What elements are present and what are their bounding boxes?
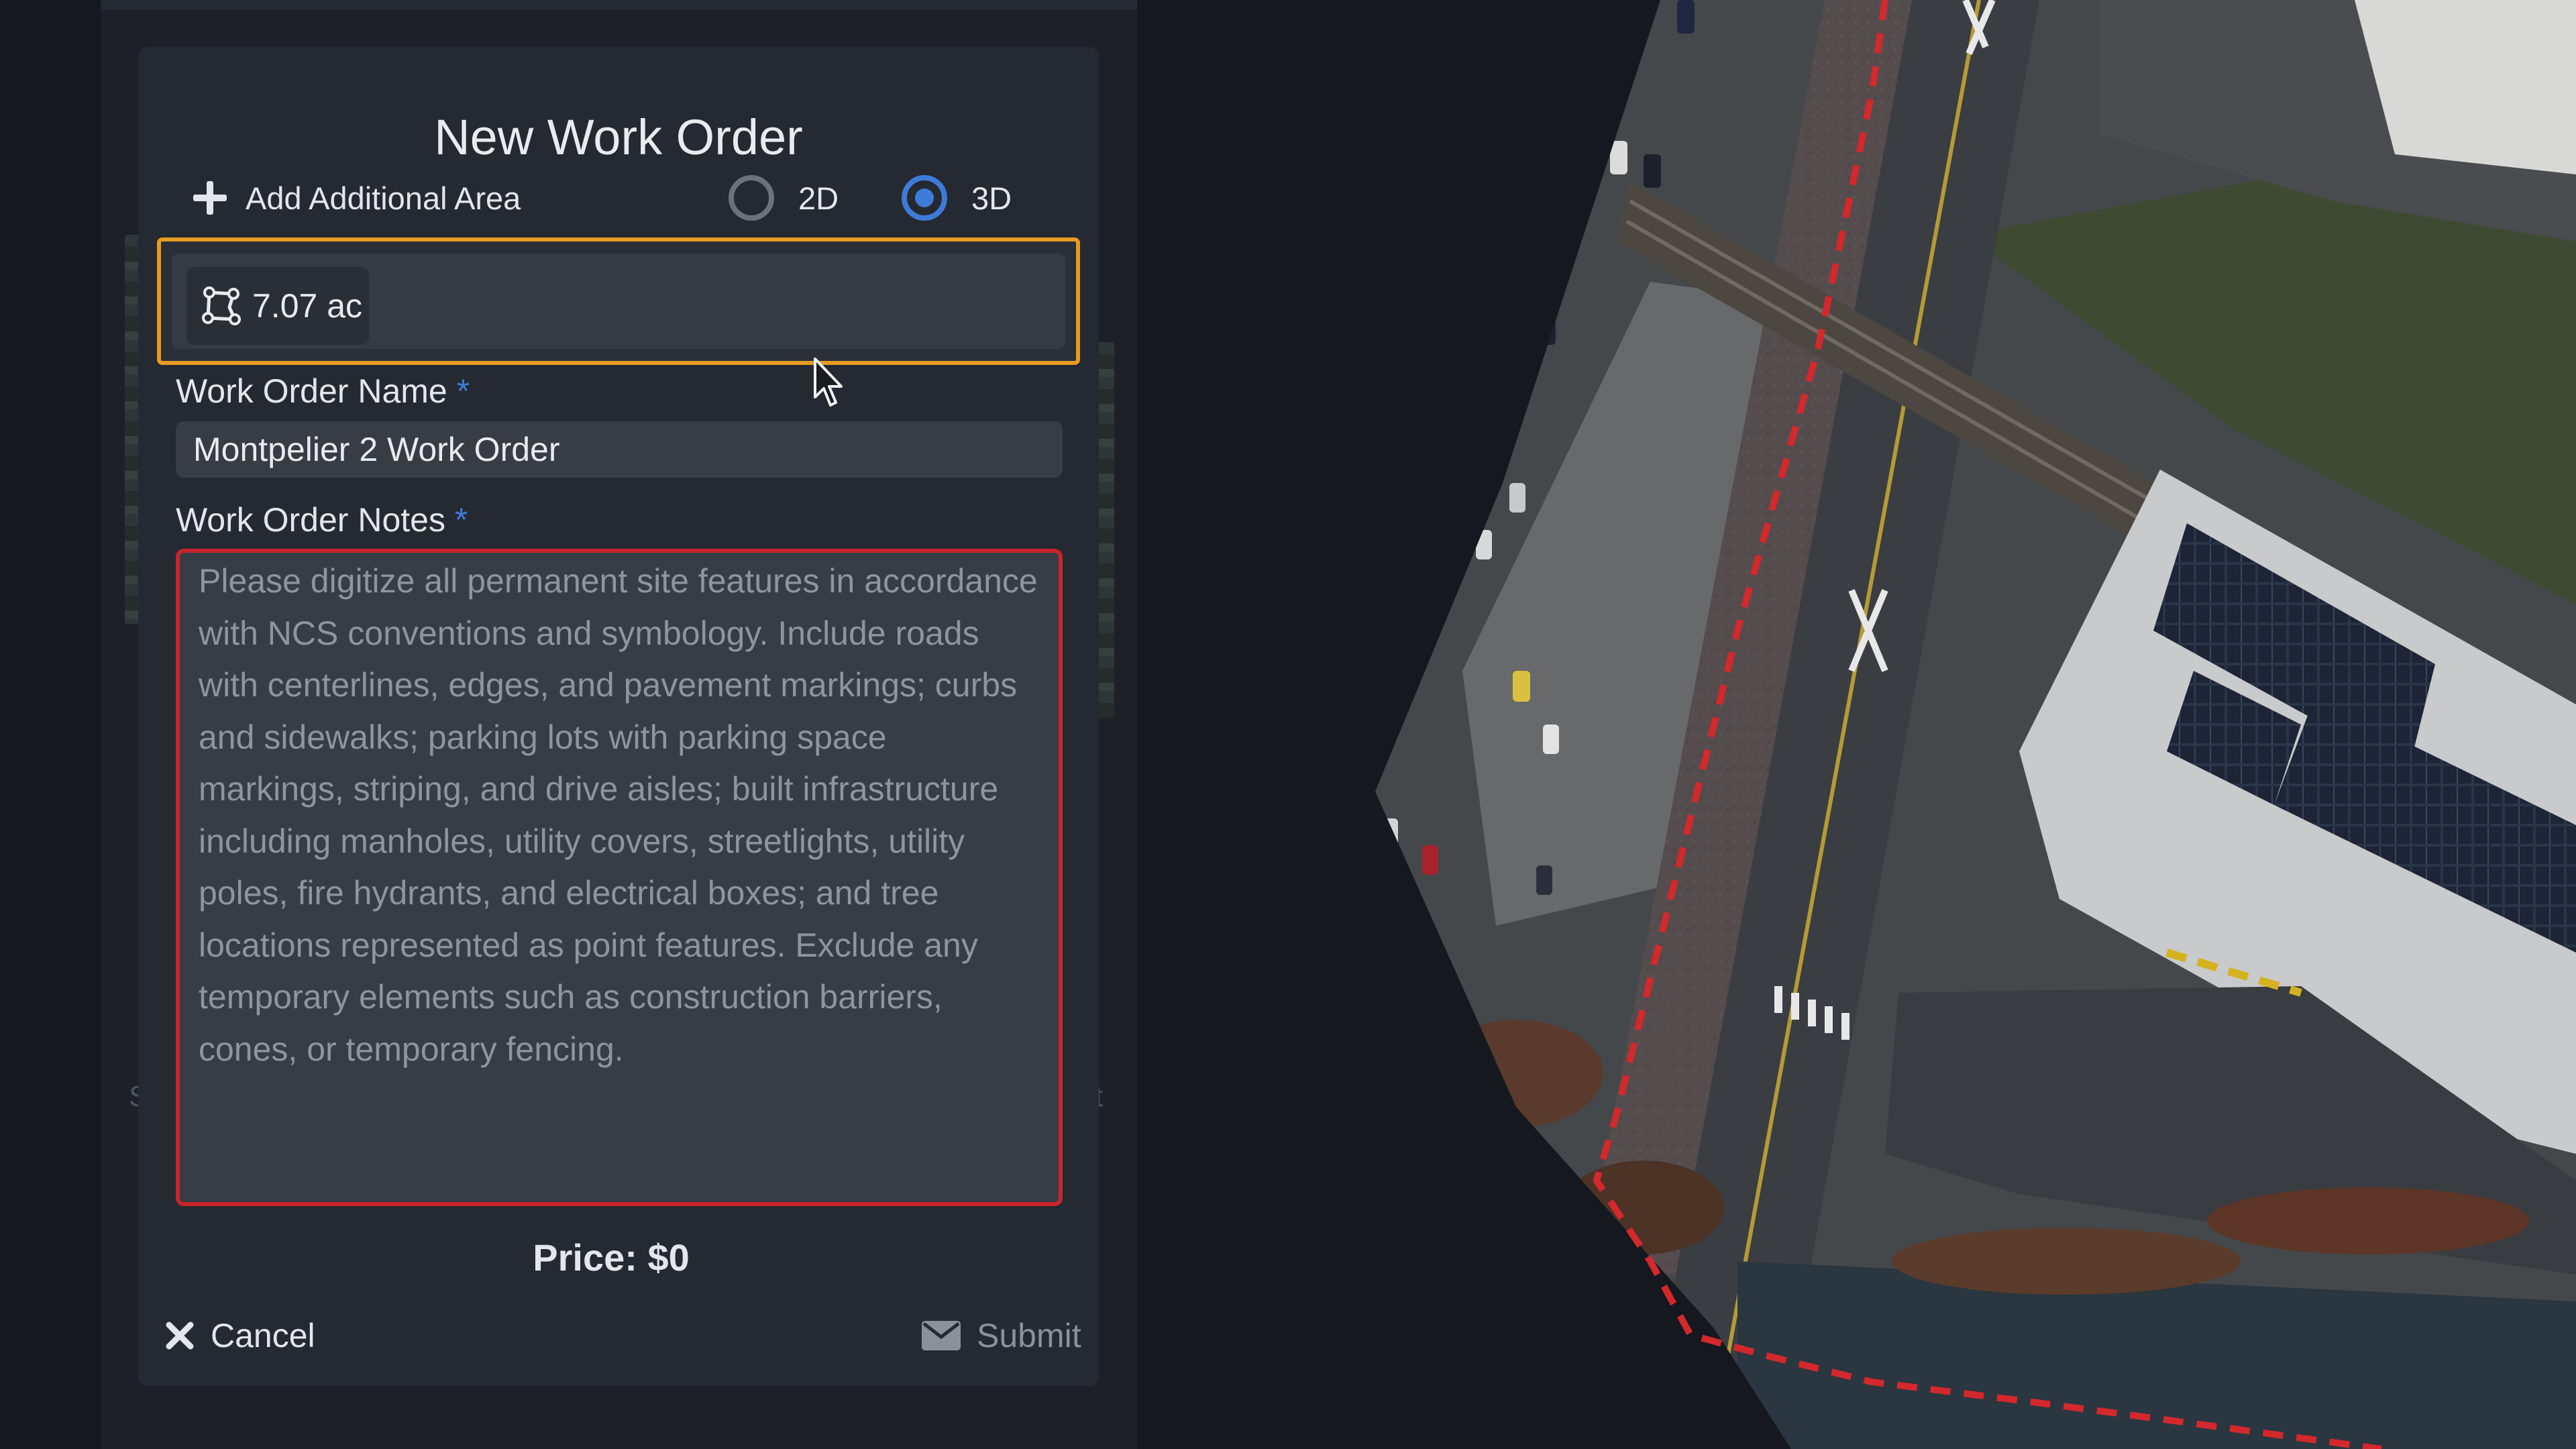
area-list: 7.07 ac	[172, 254, 1065, 349]
area-chip[interactable]: 7.07 ac	[186, 267, 369, 345]
radio-2d-circle[interactable]	[729, 175, 774, 221]
radio-3d-label: 3D	[971, 180, 1012, 216]
new-work-order-dialog: New Work Order Add Additional Area 2D 3D…	[138, 47, 1099, 1386]
radio-3d[interactable]: 3D	[902, 169, 1012, 227]
envelope-icon	[922, 1321, 961, 1350]
submit-button[interactable]: Submit	[922, 1311, 1081, 1360]
plus-icon	[193, 181, 227, 215]
radio-2d-label: 2D	[798, 180, 839, 216]
required-mark: *	[456, 372, 470, 410]
background-blur-right	[1097, 342, 1114, 718]
polygon-icon	[202, 286, 241, 325]
area-value: 7.07 ac	[252, 287, 363, 325]
cancel-button[interactable]: Cancel	[165, 1311, 315, 1360]
aerial-map-image	[1375, 0, 2576, 1449]
area-selection-box[interactable]: 7.07 ac	[157, 237, 1080, 365]
add-area-label: Add Additional Area	[246, 180, 521, 216]
work-order-notes-label-text: Work Order Notes	[176, 501, 445, 539]
mouse-cursor-icon	[814, 358, 843, 407]
work-order-notes-label: Work Order Notes *	[176, 500, 468, 539]
radio-3d-circle[interactable]	[902, 175, 947, 221]
price-label: Price: $0	[533, 1236, 690, 1279]
work-order-notes-textarea[interactable]: Please digitize all permanent site featu…	[176, 549, 1063, 1206]
required-mark: *	[454, 501, 468, 539]
submit-label: Submit	[977, 1317, 1081, 1354]
work-order-name-label-text: Work Order Name	[176, 372, 447, 410]
aerial-map[interactable]	[1362, 0, 2576, 1449]
background-left	[0, 0, 101, 1449]
background-topbar	[101, 0, 1137, 9]
work-order-name-input[interactable]	[176, 421, 1063, 478]
dialog-title: New Work Order	[434, 109, 803, 165]
work-order-name-label: Work Order Name *	[176, 372, 470, 411]
radio-2d[interactable]: 2D	[729, 169, 839, 227]
cancel-label: Cancel	[211, 1317, 315, 1354]
add-additional-area-button[interactable]: Add Additional Area	[193, 169, 521, 227]
close-icon	[166, 1322, 194, 1350]
